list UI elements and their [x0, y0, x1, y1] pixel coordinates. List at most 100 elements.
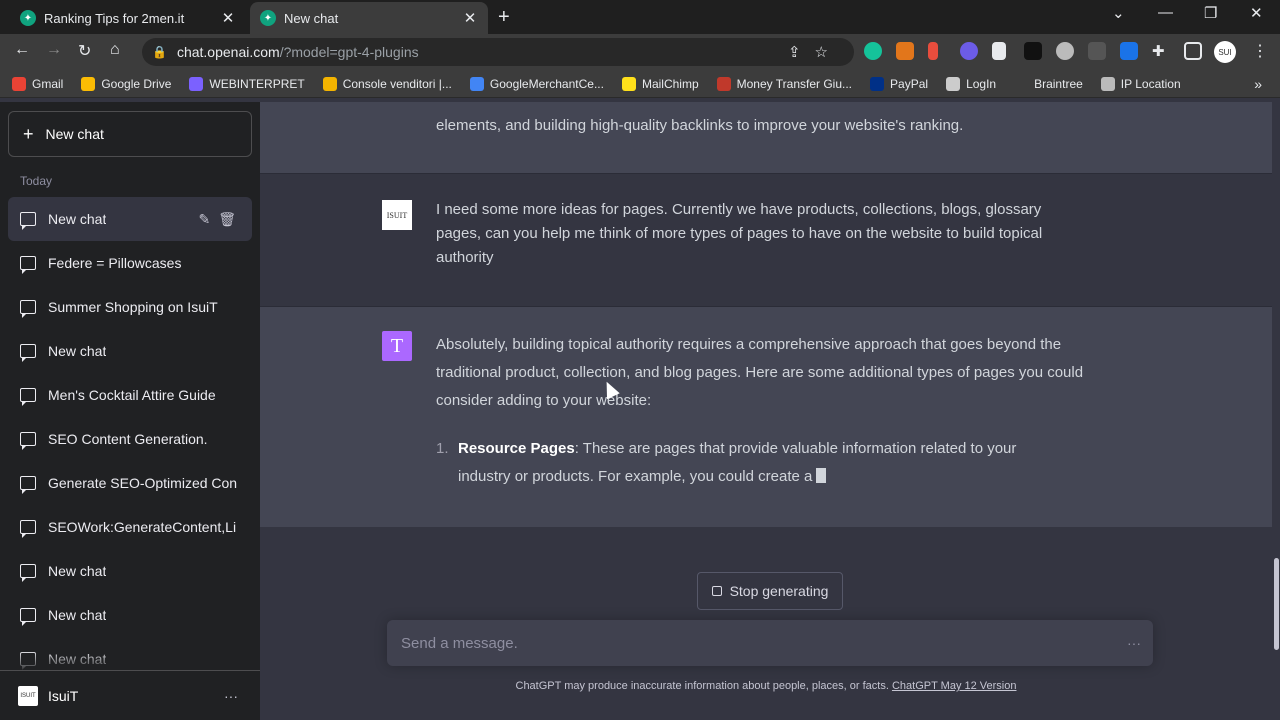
- bookmark-item[interactable]: GoogleMerchantCe...: [469, 76, 604, 91]
- scrollbar-thumb[interactable]: [1274, 558, 1279, 650]
- chat-history-item[interactable]: Generate SEO-Optimized Con: [8, 461, 252, 505]
- code-extension-icon[interactable]: [1088, 42, 1106, 60]
- disclaimer-text: ChatGPT may produce inaccurate informati…: [515, 680, 892, 692]
- scrollbar[interactable]: [1272, 102, 1280, 720]
- message-text: elements, and building high-quality back…: [436, 117, 964, 134]
- bookmark-favicon-icon: [81, 76, 96, 91]
- new-tab-plus-icon[interactable]: +: [498, 6, 510, 29]
- tab-search-chevron-icon[interactable]: ⌄: [1112, 4, 1125, 22]
- chat-history-item[interactable]: New chat: [8, 549, 252, 593]
- chat-title: New chat: [48, 343, 107, 359]
- more-options-icon[interactable]: ···: [224, 688, 238, 704]
- list-item-title: Resource Pages: [458, 440, 575, 457]
- bookmark-label: MailChimp: [641, 76, 699, 91]
- chat-history-item[interactable]: New chat: [8, 593, 252, 637]
- url-host: chat.openai.com: [176, 44, 280, 60]
- section-label-today: Today: [20, 174, 53, 188]
- browser-menu-icon[interactable]: ⋮: [1252, 41, 1268, 61]
- version-link[interactable]: ChatGPT May 12 Version: [892, 680, 1017, 692]
- close-tab-icon[interactable]: ✕: [462, 9, 478, 27]
- document-extension-icon[interactable]: [992, 42, 1006, 60]
- chat-bubble-icon: [20, 212, 36, 230]
- chat-title: New chat: [48, 607, 107, 623]
- extension-icon[interactable]: [1056, 42, 1074, 60]
- grammarly-extension-icon[interactable]: [864, 42, 882, 60]
- reload-icon[interactable]: ↻: [78, 41, 91, 61]
- window-close-icon[interactable]: ✕: [1250, 4, 1263, 22]
- message-text: I need some more ideas for pages. Curren…: [436, 201, 1043, 266]
- minimize-icon[interactable]: —: [1158, 4, 1173, 21]
- browser-toolbar: ← → ↻ ⌂ 🔒 chat.openai.com/?model=gpt-4-p…: [0, 34, 1280, 70]
- stop-generating-label: Stop generating: [729, 583, 829, 599]
- side-panel-icon[interactable]: [1184, 42, 1202, 60]
- chat-bubble-icon: [20, 432, 36, 450]
- chat-bubble-icon: [20, 476, 36, 494]
- chat-title: SEO Content Generation.: [48, 431, 208, 447]
- chatgpt-favicon-icon: ✦: [260, 10, 276, 26]
- chat-history-item[interactable]: Federe = Pillowcases: [8, 241, 252, 285]
- bookmark-favicon-icon: [946, 76, 961, 91]
- chat-bubble-icon: [20, 256, 36, 274]
- user-message: ISUIT I need some more ideas for pages. …: [260, 173, 1272, 307]
- chat-title: SEOWork:GenerateContent,Li: [48, 519, 237, 535]
- chat-history-item[interactable]: Men's Cocktail Attire Guide: [8, 373, 252, 417]
- share-icon[interactable]: ⇪: [788, 44, 815, 61]
- chat-bubble-icon: [20, 520, 36, 538]
- bookmark-item[interactable]: Money Transfer Giu...: [716, 76, 852, 91]
- profile-avatar[interactable]: SUI: [1214, 41, 1236, 63]
- chat-history-item[interactable]: SEO Content Generation.: [8, 417, 252, 461]
- chat-actions: ✎🗑: [198, 211, 244, 228]
- bookmark-label: Google Drive: [101, 76, 172, 91]
- bookmark-item[interactable]: Console venditori |...: [322, 76, 452, 91]
- bookmarks-bar: Gmail Google Drive WEBINTERPRET Console ven…: [0, 70, 1280, 98]
- bookmark-item[interactable]: Google Drive: [81, 76, 172, 91]
- back-arrow-icon[interactable]: ←: [14, 41, 30, 59]
- address-bar[interactable]: 🔒 chat.openai.com/?model=gpt-4-plugins ⇪…: [142, 38, 854, 66]
- puzzle-extensions-icon[interactable]: ✚: [1152, 42, 1170, 60]
- more-options-icon[interactable]: ···: [1127, 635, 1141, 651]
- rocket-extension-icon[interactable]: [928, 42, 938, 60]
- chat-bubble-icon: [20, 300, 36, 318]
- bookmark-favicon-icon: [870, 76, 885, 91]
- b-extension-icon[interactable]: [1024, 42, 1042, 60]
- bookmark-label: Braintree: [1034, 76, 1083, 91]
- trash-icon[interactable]: 🗑: [218, 211, 244, 227]
- metamask-extension-icon[interactable]: [896, 42, 914, 60]
- bookmark-favicon-icon: [716, 76, 731, 91]
- bookmarks-overflow-icon[interactable]: »: [1254, 76, 1262, 92]
- new-chat-button[interactable]: + New chat: [8, 111, 252, 157]
- plus-icon: +: [23, 123, 34, 144]
- typing-cursor: [816, 468, 827, 483]
- bookmark-item[interactable]: LogIn: [946, 76, 996, 91]
- tab-title: Ranking Tips for 2men.it: [44, 10, 185, 26]
- chat-history-item[interactable]: New chat ✎🗑: [8, 197, 252, 241]
- bookmark-item[interactable]: Gmail: [12, 76, 63, 91]
- chat-history-list: New chat ✎🗑 Federe = Pillowcases Summer Sho…: [8, 197, 252, 681]
- chat-bubble-icon: [20, 344, 36, 362]
- bookmark-item[interactable]: MailChimp: [621, 76, 699, 91]
- user-menu-button[interactable]: ISUIT IsuiT ···: [0, 670, 260, 720]
- chat-history-item[interactable]: SEOWork:GenerateContent,Li: [8, 505, 252, 549]
- browser-tab-ranking-tips[interactable]: ✦ Ranking Tips for 2men.it ✕: [10, 2, 246, 34]
- forward-arrow-icon[interactable]: →: [46, 41, 62, 59]
- message-text: Absolutely, building topical authority r…: [436, 336, 1084, 409]
- stop-generating-button[interactable]: Stop generating: [697, 572, 843, 610]
- download-extension-icon[interactable]: [1120, 42, 1138, 60]
- restore-icon[interactable]: ❐: [1204, 4, 1217, 22]
- message-input[interactable]: [401, 634, 1081, 652]
- bookmark-item[interactable]: Braintree: [1014, 76, 1083, 91]
- lock-icon: 🔒: [152, 45, 167, 59]
- bookmark-star-icon[interactable]: ☆: [815, 44, 842, 61]
- bookmark-item[interactable]: PayPal: [870, 76, 928, 91]
- chat-history-item[interactable]: New chat: [8, 329, 252, 373]
- home-icon[interactable]: ⌂: [110, 41, 120, 59]
- chat-history-item[interactable]: Summer Shopping on IsuiT: [8, 285, 252, 329]
- extension-icon[interactable]: [960, 42, 978, 60]
- edit-pencil-icon[interactable]: ✎: [198, 211, 218, 227]
- bookmark-favicon-icon: [1014, 76, 1029, 91]
- browser-tab-new-chat[interactable]: ✦ New chat ✕: [250, 2, 488, 34]
- bookmark-item[interactable]: IP Location: [1100, 76, 1181, 91]
- close-tab-icon[interactable]: ✕: [220, 9, 236, 27]
- chat-title: Men's Cocktail Attire Guide: [48, 387, 216, 403]
- bookmark-item[interactable]: WEBINTERPRET: [189, 76, 305, 91]
